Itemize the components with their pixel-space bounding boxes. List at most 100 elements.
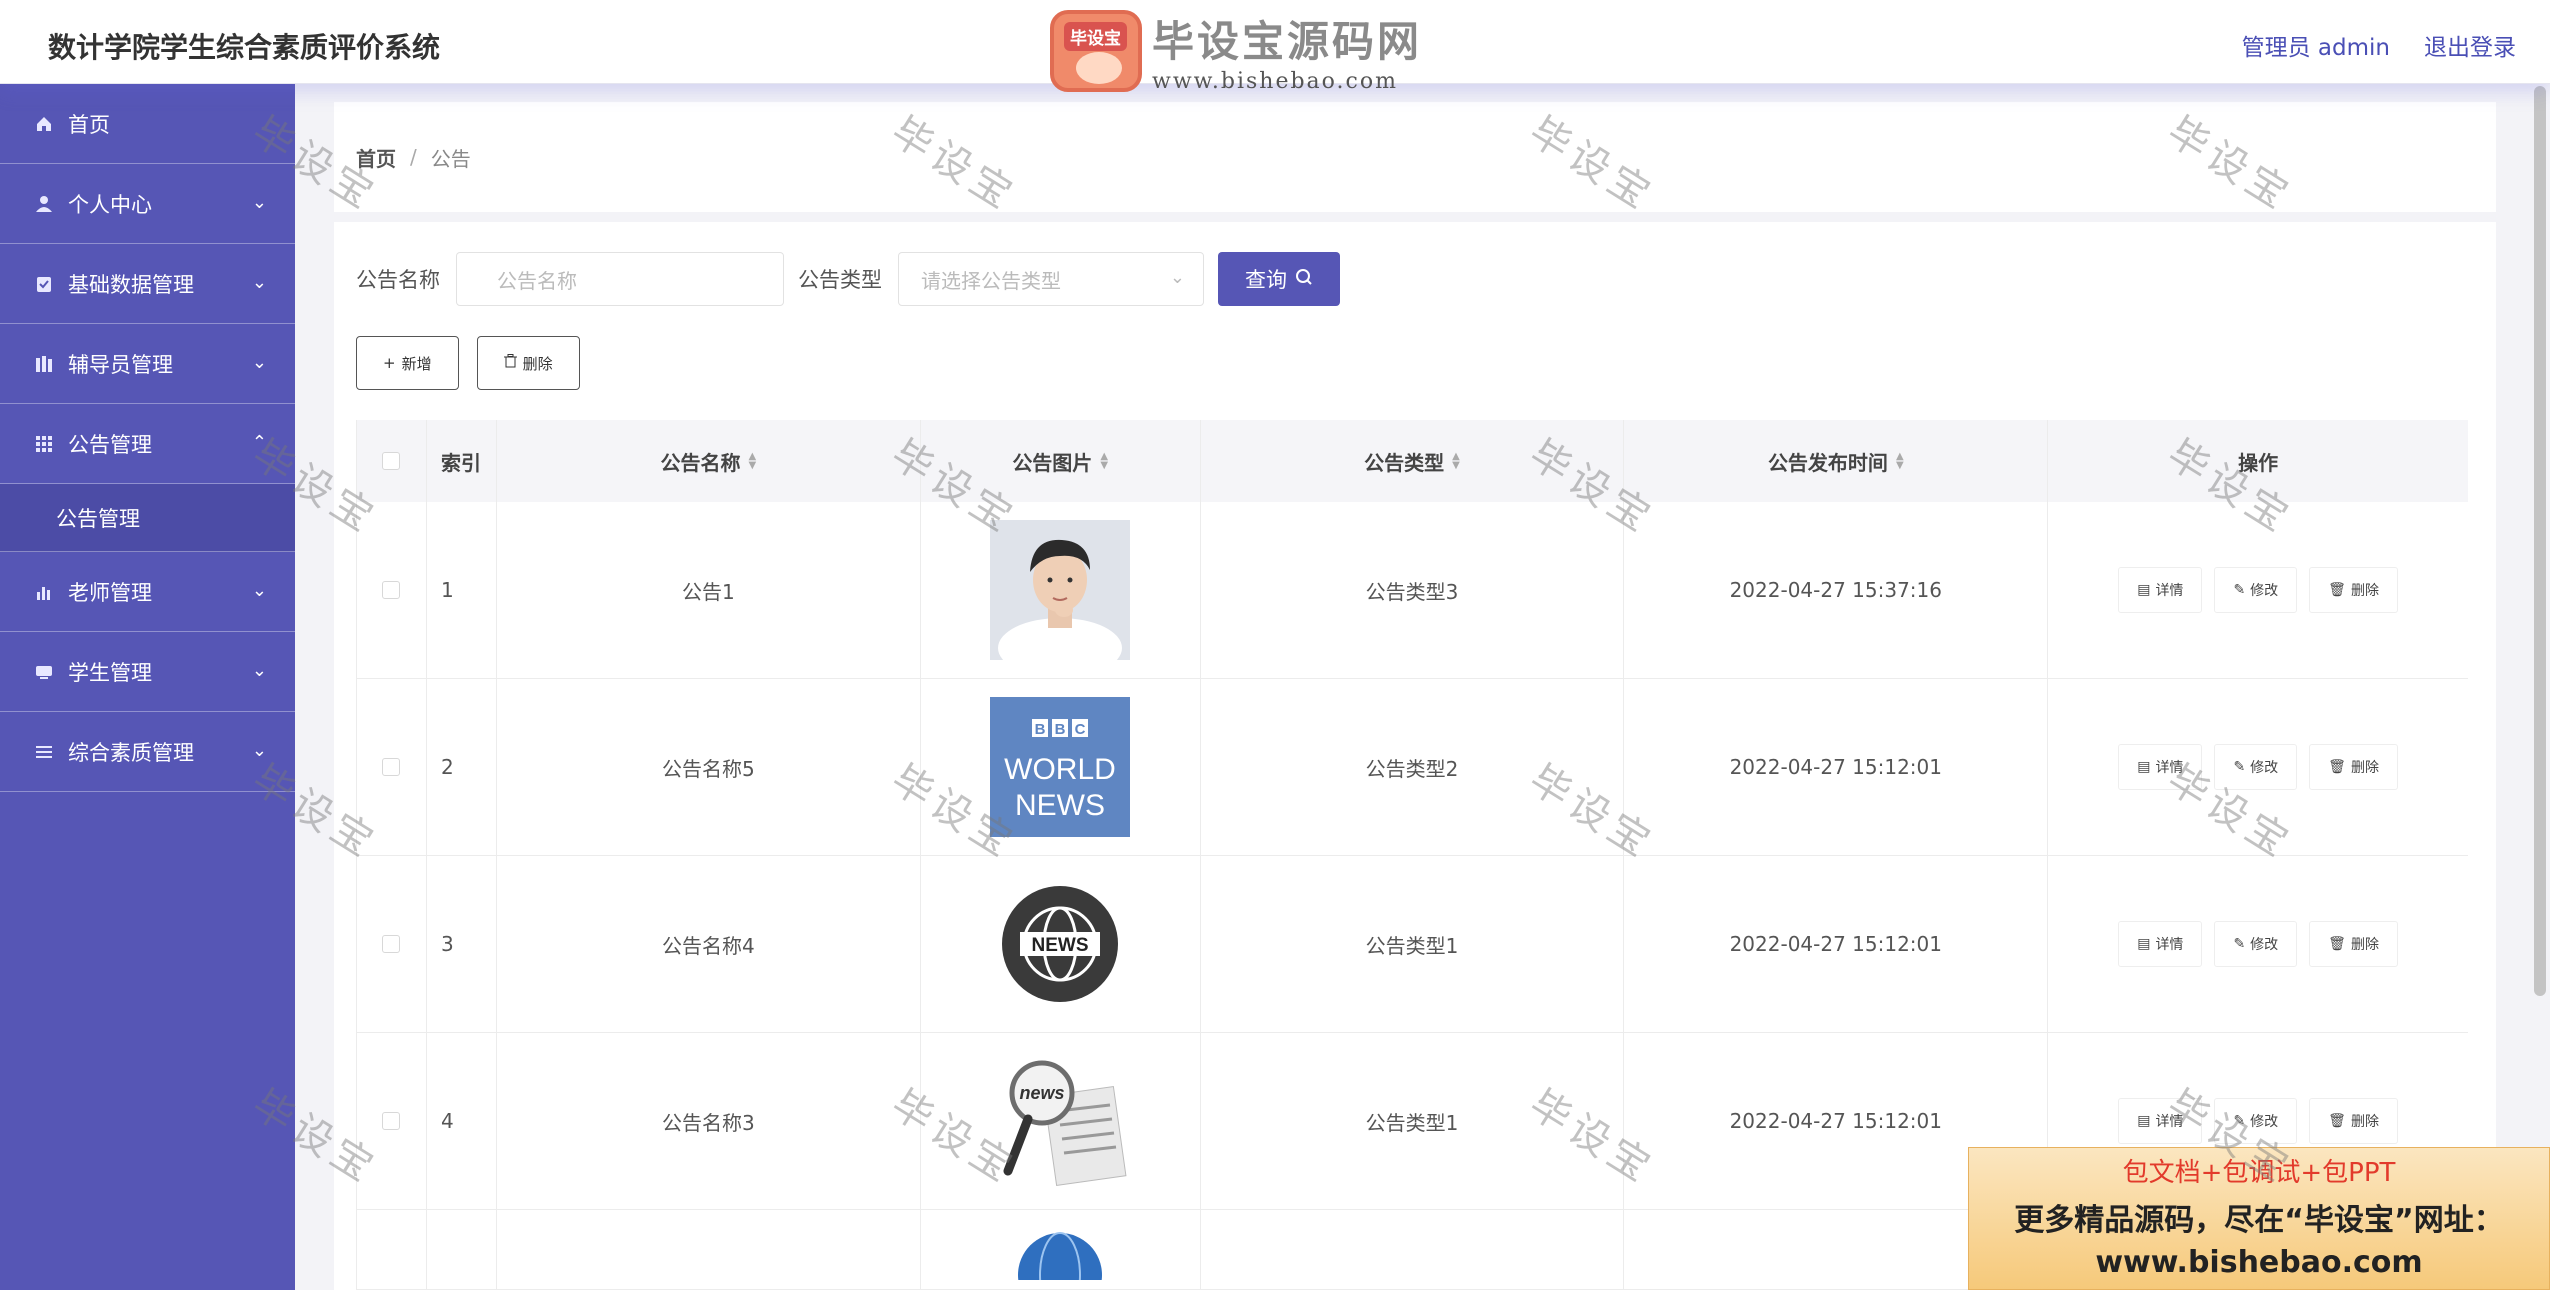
bbc-world-news-thumbnail[interactable]: B B C WORLD NEWS	[990, 697, 1131, 837]
row-name: 公告1	[497, 502, 921, 678]
promo-banner[interactable]: 包文档+包调试+包PPT 更多精品源码，尽在“毕设宝”网址： www.bishe…	[1968, 1147, 2550, 1290]
notice-type-select[interactable]: 请选择公告类型 ⌄	[898, 252, 1204, 306]
edit-button[interactable]: ✎ 修改	[2214, 921, 2298, 967]
logo-badge-text: 毕设宝	[1064, 22, 1127, 51]
detail-button[interactable]: ▤ 详情	[2118, 744, 2203, 790]
document-icon: ▤	[2137, 582, 2151, 598]
edit-button[interactable]: ✎ 修改	[2214, 567, 2298, 613]
app-title: 数计学院学生综合素质评价系统	[48, 31, 441, 64]
sidebar-subitem-label: 公告管理	[56, 506, 140, 531]
sidebar-item-teacher[interactable]: 老师管理 ⌄	[0, 552, 295, 632]
row-image-cell	[921, 502, 1201, 678]
row-delete-button[interactable]: 🗑 删除	[2309, 1098, 2398, 1144]
row-type: 公告类型1	[1201, 1033, 1625, 1209]
header-image[interactable]: 公告图片 ▲ ▼	[921, 420, 1201, 502]
sort-icon[interactable]: ▲ ▼	[748, 452, 756, 471]
notice-type-placeholder: 请选择公告类型	[921, 268, 1061, 293]
globe-thumbnail-partial[interactable]	[1015, 1220, 1105, 1280]
row-check-cell[interactable]	[357, 1033, 427, 1209]
row-name: 公告名称4	[497, 856, 921, 1032]
notice-name-label: 公告名称	[356, 268, 440, 292]
row-image-cell: B B C WORLD NEWS	[921, 679, 1201, 855]
sidebar-item-notice[interactable]: 公告管理 ⌃	[0, 404, 295, 484]
main-panel: 公告名称 公告名称 公告类型 请选择公告类型 ⌄ 查询 + 新增 删除 索引 公…	[334, 222, 2496, 1290]
logo-face-icon	[1076, 52, 1122, 84]
row-checkbox[interactable]	[382, 1112, 401, 1130]
notice-name-input[interactable]: 公告名称	[456, 252, 784, 306]
row-name: 公告名称5	[497, 679, 921, 855]
page-scrollbar[interactable]	[2534, 86, 2546, 996]
detail-button[interactable]: ▤ 详情	[2118, 1098, 2203, 1144]
sidebar-item-home[interactable]: 首页	[0, 84, 295, 164]
pencil-icon: ✎	[2233, 582, 2246, 598]
promo-line-3: www.bishebao.com	[2095, 1245, 2423, 1280]
table-header: 索引 公告名称 ▲ ▼ 公告图片 ▲ ▼ 公告类型 ▲ ▼ 公告发布时间 ▲ ▼ 操作	[357, 420, 2468, 502]
edit-label: 修改	[2250, 937, 2279, 953]
clipboard-icon	[34, 274, 54, 294]
table-row: 2 公告名称5 B B C WORLD NEWS 公告类型2 2022-04-2…	[357, 679, 2468, 856]
row-index: 1	[427, 502, 497, 678]
row-checkbox[interactable]	[382, 581, 401, 599]
detail-button[interactable]: ▤ 详情	[2118, 921, 2203, 967]
row-ops: ▤ 详情 ✎ 修改 🗑 删除	[2048, 856, 2468, 1032]
edit-button[interactable]: ✎ 修改	[2214, 744, 2298, 790]
row-check-cell[interactable]	[357, 856, 427, 1032]
notice-name-placeholder: 公告名称	[497, 268, 577, 293]
add-button[interactable]: + 新增	[356, 336, 459, 390]
add-button-label: 新增	[401, 354, 432, 373]
document-icon: ▤	[2137, 936, 2151, 952]
sidebar-item-quality[interactable]: 综合素质管理 ⌄	[0, 712, 295, 792]
sidebar-item-basic-data[interactable]: 基础数据管理 ⌄	[0, 244, 295, 324]
home-icon	[34, 114, 54, 134]
row-delete-button[interactable]: 🗑 删除	[2309, 744, 2398, 790]
document-icon: ▤	[2137, 1113, 2151, 1129]
admin-user-link[interactable]: 管理员 admin	[2242, 28, 2390, 62]
row-time: 2022-04-27 15:12:01	[1624, 679, 2049, 855]
sidebar-item-student[interactable]: 学生管理 ⌄	[0, 632, 295, 712]
sort-icon[interactable]: ▲ ▼	[1452, 452, 1460, 471]
promo-line-2: 更多精品源码，尽在“毕设宝”网址：	[2014, 1203, 2504, 1238]
chevron-down-icon: ⌄	[251, 272, 267, 293]
globe-news-thumbnail[interactable]: NEWS	[990, 874, 1131, 1014]
logo-text-group: 毕设宝源码网 www.bishebao.com	[1152, 8, 1422, 94]
header-select-all[interactable]	[357, 420, 427, 502]
delete-button-label: 删除	[522, 354, 553, 373]
breadcrumb-separator: /	[410, 145, 417, 169]
detail-button[interactable]: ▤ 详情	[2118, 567, 2203, 613]
row-check-cell[interactable]	[357, 679, 427, 855]
portrait-thumbnail[interactable]	[990, 520, 1131, 660]
delete-button[interactable]: 删除	[476, 336, 580, 390]
card-icon	[34, 662, 54, 682]
sidebar-item-label: 个人中心	[68, 192, 152, 217]
edit-button[interactable]: ✎ 修改	[2214, 1098, 2298, 1144]
row-checkbox[interactable]	[382, 758, 401, 776]
trash-icon: 🗑	[2328, 759, 2346, 775]
bar-chart-icon	[34, 582, 54, 602]
breadcrumb-home[interactable]: 首页	[356, 143, 396, 172]
magnifier-news-thumbnail[interactable]: news	[990, 1051, 1131, 1191]
sidebar-item-profile[interactable]: 个人中心 ⌄	[0, 164, 295, 244]
row-type: 公告类型3	[1201, 502, 1625, 678]
row-checkbox[interactable]	[382, 935, 401, 953]
sidebar-item-counselor[interactable]: 辅导员管理 ⌄	[0, 324, 295, 404]
row-delete-button[interactable]: 🗑 删除	[2309, 921, 2398, 967]
edit-label: 修改	[2250, 583, 2279, 599]
detail-label: 详情	[2155, 760, 2184, 776]
select-all-checkbox[interactable]	[382, 452, 401, 470]
sort-icon[interactable]: ▲ ▼	[1100, 452, 1108, 471]
header-type[interactable]: 公告类型 ▲ ▼	[1201, 420, 1625, 502]
grid-icon	[34, 434, 54, 454]
row-check-cell[interactable]	[357, 1210, 427, 1289]
row-index: 3	[427, 856, 497, 1032]
trash-icon	[503, 354, 517, 372]
header-name[interactable]: 公告名称 ▲ ▼	[497, 420, 921, 502]
row-check-cell[interactable]	[357, 502, 427, 678]
sidebar-item-label: 公告管理	[68, 432, 152, 457]
row-delete-button[interactable]: 🗑 删除	[2309, 567, 2398, 613]
query-button[interactable]: 查询	[1218, 252, 1340, 306]
header-time[interactable]: 公告发布时间 ▲ ▼	[1624, 420, 2049, 502]
sidebar-subitem-notice-manage[interactable]: 公告管理	[0, 484, 295, 552]
sort-icon[interactable]: ▲ ▼	[1896, 452, 1904, 471]
sidebar: 首页 个人中心 ⌄ 基础数据管理 ⌄ 辅导员管理 ⌄ 公告管理 ⌃ 公告管理 老…	[0, 84, 295, 1290]
logout-link[interactable]: 退出登录	[2424, 28, 2516, 62]
